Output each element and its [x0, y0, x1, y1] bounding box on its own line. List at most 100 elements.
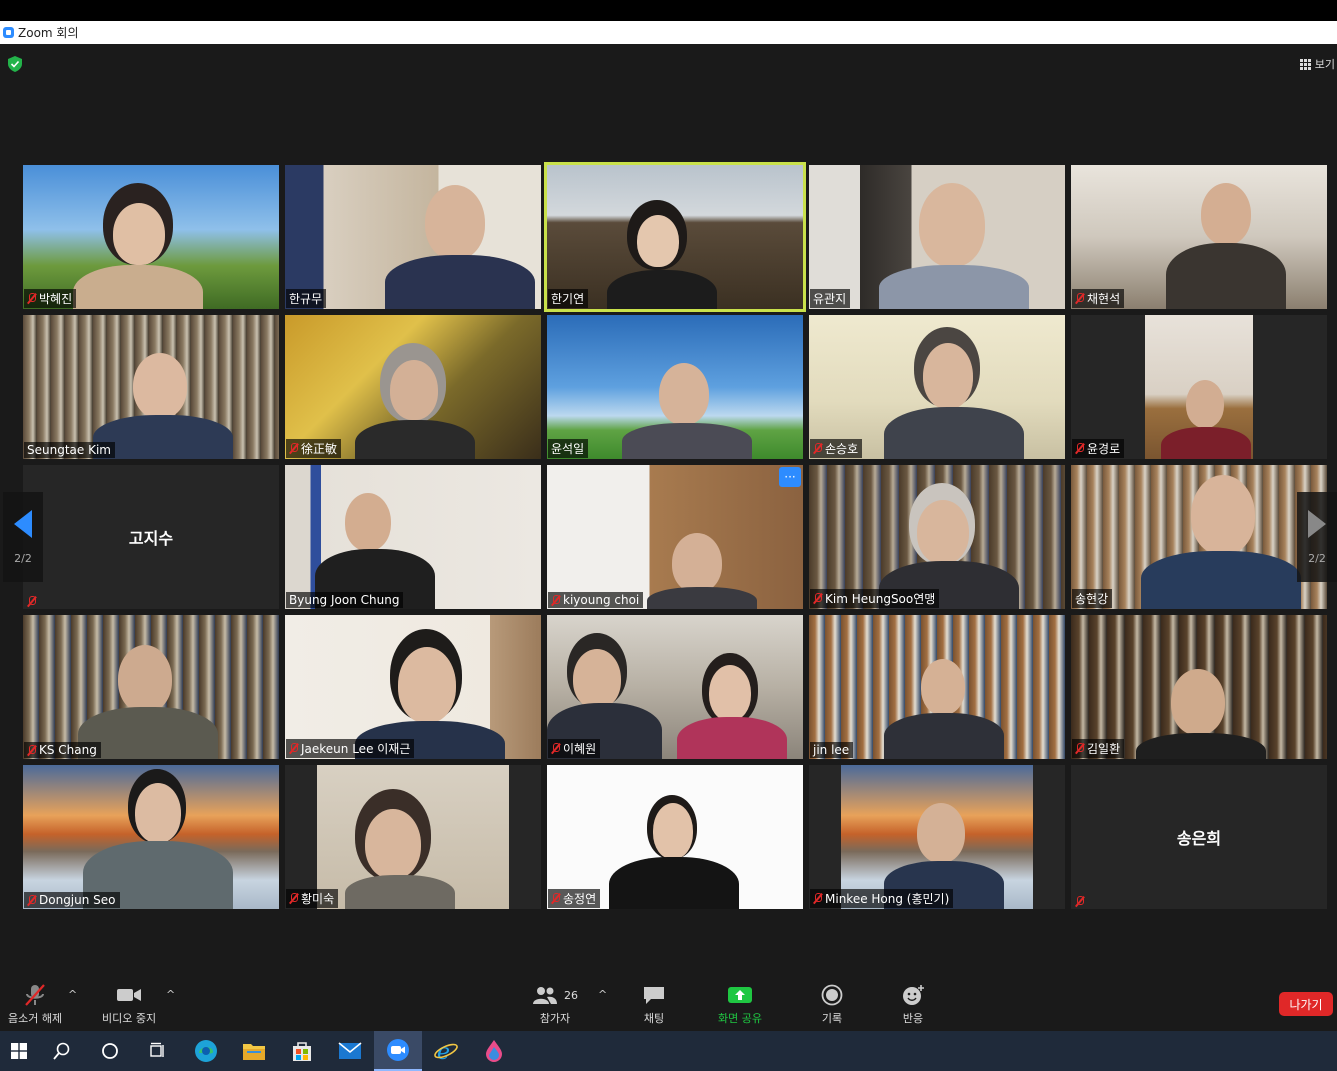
video-tile[interactable]: 김일환 — [1071, 615, 1327, 759]
muted-mic-icon — [1075, 293, 1084, 304]
page-indicator: 2/2 — [14, 551, 32, 565]
mail-icon[interactable] — [326, 1031, 374, 1071]
video-tile[interactable]: 윤경로 — [1071, 315, 1327, 459]
participants-button[interactable]: 26 참가자 — [532, 984, 578, 1026]
participant-body — [647, 587, 757, 609]
video-tile[interactable]: 한규무 — [285, 165, 541, 309]
next-page-button[interactable]: 2/2 — [1297, 492, 1337, 582]
windows-start-icon[interactable] — [0, 1031, 38, 1071]
chat-label: 채팅 — [643, 1012, 665, 1025]
cortana-icon[interactable] — [86, 1031, 134, 1071]
participant-name-tag: 윤경로 — [1072, 439, 1125, 458]
stop-video-button[interactable]: 비디오 중지 — [102, 984, 156, 1026]
video-tile[interactable]: 윤석일 — [547, 315, 803, 459]
right-arrow-icon — [1308, 509, 1326, 538]
top-black-bar — [0, 0, 1337, 21]
muted-mic-icon — [289, 893, 298, 904]
video-options-caret-icon[interactable]: ^ — [166, 988, 175, 1001]
audio-options-caret-icon[interactable]: ^ — [68, 988, 77, 1001]
share-screen-button[interactable]: 화면 공유 — [718, 984, 762, 1026]
participant-name-tag: 한기연 — [548, 289, 589, 308]
previous-page-button[interactable]: 2/2 — [3, 492, 43, 582]
file-explorer-icon[interactable] — [230, 1031, 278, 1071]
internet-explorer-icon[interactable]: e — [422, 1031, 470, 1071]
edge-browser-icon[interactable] — [182, 1031, 230, 1071]
video-tile[interactable]: Seungtae Kim — [23, 315, 279, 459]
record-button[interactable]: 기록 — [821, 984, 843, 1026]
meeting-toolbar: 음소거 해제 ^ 비디오 중지 ^ 26 참가자 ^ 채팅 화면 공유 기록 반… — [0, 976, 1337, 1031]
participant-name-tag: KS Chang — [24, 742, 101, 758]
video-tile[interactable]: 황미숙 — [285, 765, 541, 909]
participant-name-tag: 이혜원 — [548, 739, 601, 758]
participant-name-tag: 채현석 — [1072, 289, 1125, 308]
window-title: Zoom 회의 — [18, 26, 79, 40]
share-screen-icon — [727, 984, 753, 1006]
participants-options-caret-icon[interactable]: ^ — [598, 988, 607, 1001]
video-tile[interactable]: Jaekeun Lee 이재근 — [285, 615, 541, 759]
zoom-app-icon — [3, 27, 14, 38]
leave-meeting-button[interactable]: 나가기 — [1279, 992, 1333, 1016]
muted-mic-icon — [1075, 896, 1084, 907]
muted-mic-icon — [27, 744, 36, 756]
participant-face — [659, 363, 709, 425]
participant-name: Kim HeungSoo연맹 — [825, 592, 936, 606]
participant-body — [1161, 427, 1251, 459]
video-tile[interactable]: 유관지 — [809, 165, 1065, 309]
video-tile[interactable]: Byung Joon Chung — [285, 465, 541, 609]
video-tile[interactable]: 송현강 — [1071, 465, 1327, 609]
record-label: 기록 — [821, 1012, 843, 1025]
unmute-button[interactable]: 음소거 해제 — [8, 984, 62, 1026]
video-tile-off[interactable]: 송은희 — [1071, 765, 1327, 909]
video-tile[interactable]: 채현석 — [1071, 165, 1327, 309]
search-icon[interactable] — [38, 1031, 86, 1071]
page-indicator: 2/2 — [1308, 551, 1326, 565]
video-tile[interactable]: 徐正敏 — [285, 315, 541, 459]
video-tile[interactable]: 박혜진 — [23, 165, 279, 309]
zoom-taskbar-icon[interactable] — [374, 1031, 422, 1071]
participant-name-tag: 황미숙 — [286, 889, 339, 908]
participant-face — [118, 645, 172, 713]
stop-video-label: 비디오 중지 — [102, 1012, 157, 1025]
chat-button[interactable]: 채팅 — [642, 984, 666, 1026]
video-tile[interactable]: Minkee Hong (홍민기) — [809, 765, 1065, 909]
left-arrow-icon — [14, 509, 32, 538]
participant-name-tag: 송현강 — [1072, 589, 1113, 608]
participant-face — [1201, 183, 1251, 245]
microsoft-store-icon[interactable] — [278, 1031, 326, 1071]
participant-name: 한규무 — [289, 292, 323, 306]
video-tile[interactable]: KS Chang — [23, 615, 279, 759]
reactions-button[interactable]: 반응 — [901, 984, 925, 1026]
view-button[interactable]: 보기 — [1299, 56, 1337, 72]
participant-body — [609, 857, 739, 909]
participant-face — [1186, 380, 1224, 428]
participant-body — [1141, 551, 1301, 609]
task-view-icon[interactable] — [134, 1031, 182, 1071]
participant-body — [879, 265, 1029, 309]
participant-name-tag — [1072, 895, 1088, 908]
video-tile[interactable]: Dongjun Seo — [23, 765, 279, 909]
video-tile[interactable]: 송정연 — [547, 765, 803, 909]
participant-face — [923, 343, 973, 409]
more-options-button[interactable]: ··· — [779, 467, 801, 487]
video-tile[interactable]: Kim HeungSoo연맹 — [809, 465, 1065, 609]
participant-body — [884, 407, 1024, 459]
participant-body — [1136, 733, 1266, 759]
drop-app-icon[interactable] — [470, 1031, 518, 1071]
video-tile[interactable]: 이혜원 — [547, 615, 803, 759]
participant-body — [884, 713, 1004, 759]
participant-name-tag: 김일환 — [1072, 739, 1125, 758]
participant-name-tag: jin lee — [810, 742, 854, 758]
video-tile[interactable]: ··· kiyoung choi — [547, 465, 803, 609]
security-shield-icon[interactable] — [8, 56, 22, 72]
participant-body — [677, 717, 787, 759]
gallery-grid-icon — [1299, 58, 1311, 70]
participant-name-tag: Kim HeungSoo연맹 — [810, 589, 940, 608]
participant-name-tag: 유관지 — [810, 289, 851, 308]
unmute-label: 음소거 해제 — [8, 1012, 63, 1025]
video-tile-active-speaker[interactable]: 한기연 — [544, 162, 806, 312]
participant-name: 徐正敏 — [301, 442, 338, 456]
muted-mic-icon — [813, 443, 822, 454]
video-tile[interactable]: 손승호 — [809, 315, 1065, 459]
video-tile-off[interactable]: 고지수 — [23, 465, 279, 609]
video-tile[interactable]: jin lee — [809, 615, 1065, 759]
